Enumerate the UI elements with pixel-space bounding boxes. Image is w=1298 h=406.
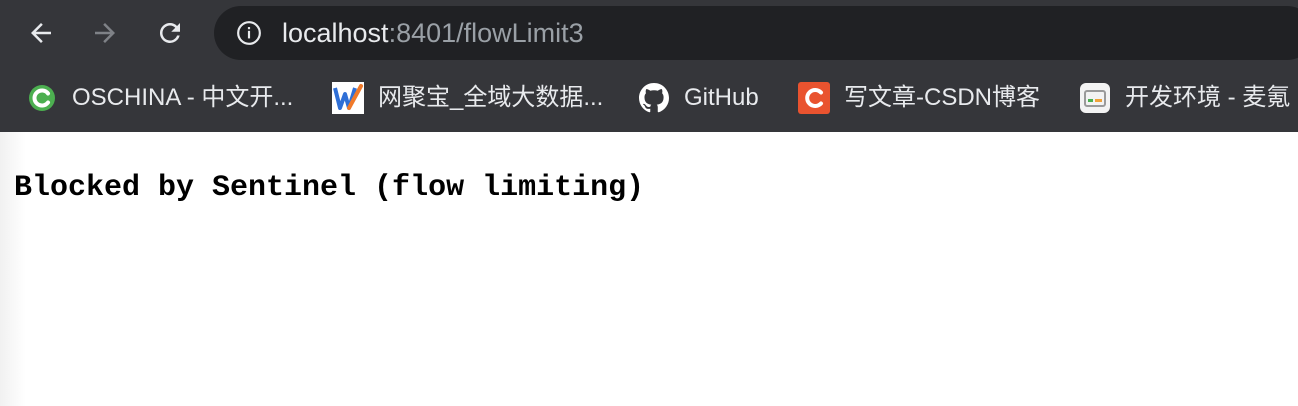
arrow-left-icon (31, 23, 51, 43)
csdn-icon (798, 82, 830, 114)
back-button[interactable] (21, 13, 61, 53)
bookmark-github[interactable]: GitHub (638, 80, 759, 116)
wangjubao-icon (332, 82, 364, 114)
bookmark-csdn[interactable]: 写文章-CSDN博客 (798, 80, 1040, 116)
bookmark-maike[interactable]: 开发环境 - 麦氪 (1079, 80, 1290, 116)
browser-chrome: localhost:8401/flowLimit3 OSCHINA - 中文开.… (0, 0, 1298, 132)
bookmark-oschina[interactable]: OSCHINA - 中文开... (26, 80, 293, 116)
url-host: localhost (282, 18, 389, 48)
bookmark-label: 开发环境 - 麦氪 (1125, 84, 1291, 111)
reload-icon (159, 22, 180, 43)
bookmark-label: GitHub (684, 84, 759, 111)
blocked-message: Blocked by Sentinel (flow limiting) (14, 171, 645, 205)
reload-button[interactable] (150, 13, 190, 53)
maike-icon (1079, 82, 1111, 114)
bookmark-label: 写文章-CSDN博客 (844, 84, 1040, 111)
url-path: :8401/flowLimit3 (388, 18, 584, 48)
bookmark-label: OSCHINA - 中文开... (72, 84, 294, 111)
github-icon (638, 82, 670, 114)
browser-toolbar: localhost:8401/flowLimit3 (0, 0, 1298, 66)
bookmarks-bar: OSCHINA - 中文开... 网聚宝_全域大数据... GitHub 写文章… (0, 66, 1298, 132)
forward-button[interactable] (85, 13, 125, 53)
url-text[interactable]: localhost:8401/flowLimit3 (282, 18, 584, 48)
info-circle-icon[interactable] (236, 20, 262, 46)
oschina-icon (26, 82, 58, 114)
page-content: Blocked by Sentinel (flow limiting) (0, 132, 1298, 406)
arrow-right-icon (95, 23, 115, 43)
bookmark-wangjubao[interactable]: 网聚宝_全域大数据... (332, 80, 603, 116)
address-bar[interactable]: localhost:8401/flowLimit3 (214, 6, 1298, 60)
bookmark-label: 网聚宝_全域大数据... (378, 84, 604, 111)
